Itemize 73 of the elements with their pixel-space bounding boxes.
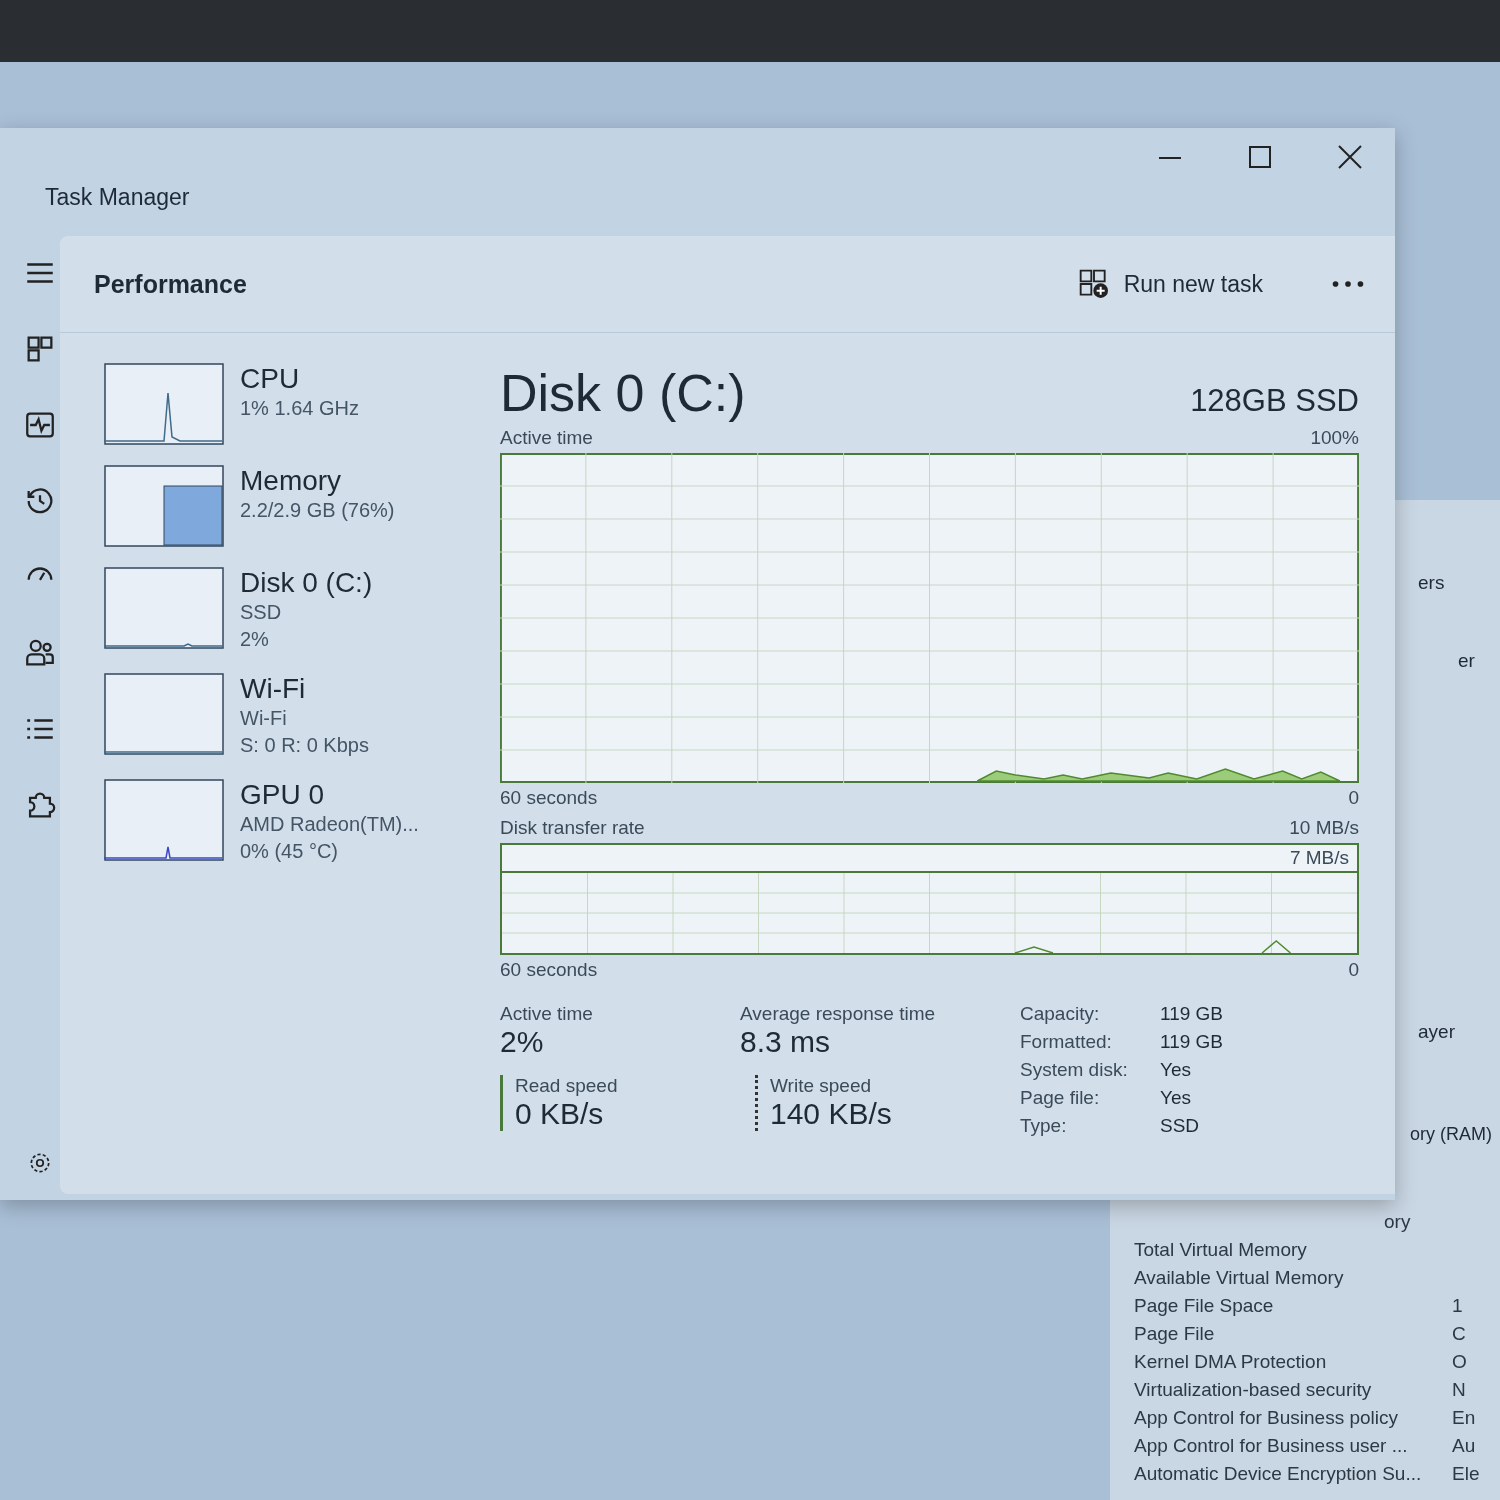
partial-label: ayer bbox=[1418, 1020, 1455, 1044]
item-value: Au bbox=[1452, 1434, 1476, 1458]
resource-reading: SSD bbox=[240, 600, 283, 625]
item-label: Kernel DMA Protection bbox=[1134, 1350, 1328, 1374]
resource-reading: S: 0 R: 0 Kbps bbox=[240, 733, 369, 758]
resource-reading: 0% (45 °C) bbox=[240, 839, 340, 864]
item-value: C bbox=[1452, 1322, 1466, 1346]
resource-reading: Wi-Fi bbox=[240, 706, 288, 731]
partial-label: ory (RAM) bbox=[1410, 1123, 1492, 1146]
axis-time-label: 60 seconds bbox=[500, 958, 598, 982]
resource-reading: 2.2/2.9 GB (76%) bbox=[240, 498, 395, 523]
partial-label: ers bbox=[1418, 571, 1445, 595]
stat-label: Write speed bbox=[770, 1075, 873, 1097]
more-icon[interactable] bbox=[1331, 279, 1365, 289]
axis-max-label: 10 MB/s bbox=[1289, 816, 1359, 840]
resource-item[interactable]: CPU 1% 1.64 GHz bbox=[104, 363, 500, 445]
resource-reading: AMD Radeon(TM)... bbox=[240, 812, 419, 837]
item-value: 1 bbox=[1452, 1294, 1463, 1318]
item-label: Virtualization-based security bbox=[1134, 1378, 1373, 1402]
axis-max-label: 100% bbox=[1310, 426, 1359, 450]
chart-label: Active time bbox=[500, 426, 593, 450]
item-label: App Control for Business user ... bbox=[1134, 1434, 1409, 1458]
item-label: Automatic Device Encryption Su... bbox=[1134, 1462, 1423, 1486]
resource-name: Disk 0 (C:) bbox=[240, 567, 373, 599]
item-label: Page File Space bbox=[1134, 1294, 1275, 1318]
axis-zero-label: 0 bbox=[1348, 786, 1359, 810]
run-task-icon bbox=[1077, 268, 1110, 300]
property-value: 119 GB bbox=[1160, 1003, 1224, 1025]
scale-mark-label: 7 MB/s bbox=[502, 845, 1357, 873]
stat-value: 140 KB/s bbox=[770, 1097, 893, 1131]
item-label: App Control for Business policy bbox=[1134, 1406, 1399, 1430]
chart-label: Disk transfer rate bbox=[500, 816, 645, 840]
property-value: Yes bbox=[1160, 1087, 1192, 1109]
resource-item[interactable]: Disk 0 (C:) SSD 2% bbox=[104, 567, 500, 653]
property-label: Page file: bbox=[1020, 1087, 1101, 1109]
page-title: Performance bbox=[94, 269, 248, 299]
resource-item[interactable]: Wi-Fi Wi-Fi S: 0 R: 0 Kbps bbox=[104, 673, 500, 759]
item-value: En bbox=[1452, 1406, 1476, 1430]
stat-value: 2% bbox=[500, 1025, 545, 1059]
property-label: Type: bbox=[1020, 1115, 1068, 1137]
axis-time-label: 60 seconds bbox=[500, 786, 598, 810]
resource-name: GPU 0 bbox=[240, 779, 326, 811]
stat-label: Average response time bbox=[740, 1003, 937, 1025]
item-label: Total Virtual Memory bbox=[1134, 1238, 1308, 1262]
resource-name: Memory bbox=[240, 465, 343, 497]
stat-value: 0 KB/s bbox=[515, 1097, 605, 1131]
axis-zero-label: 0 bbox=[1348, 958, 1359, 982]
item-value: N bbox=[1452, 1378, 1466, 1402]
stat-value: 8.3 ms bbox=[740, 1025, 832, 1059]
item-label: ory bbox=[1384, 1210, 1412, 1234]
stat-label: Active time bbox=[500, 1003, 594, 1025]
disk-title: Disk 0 (C:) bbox=[500, 363, 746, 423]
resource-name: CPU bbox=[240, 363, 301, 395]
property-label: Formatted: bbox=[1020, 1031, 1113, 1053]
stat-label: Read speed bbox=[515, 1075, 619, 1097]
property-value: Yes bbox=[1160, 1059, 1192, 1081]
property-value: 119 GB bbox=[1160, 1031, 1224, 1053]
resource-item[interactable]: Memory 2.2/2.9 GB (76%) bbox=[104, 465, 500, 547]
item-label: Page File bbox=[1134, 1322, 1216, 1346]
property-value: SSD bbox=[1160, 1115, 1201, 1137]
item-value: Ele bbox=[1452, 1462, 1480, 1486]
property-label: Capacity: bbox=[1020, 1003, 1101, 1025]
resource-reading: 2% bbox=[240, 627, 270, 652]
resource-reading: 1% 1.64 GHz bbox=[240, 396, 359, 421]
resource-item[interactable]: GPU 0 AMD Radeon(TM)... 0% (45 °C) bbox=[104, 779, 500, 865]
disk-model: 128GB SSD bbox=[1190, 383, 1359, 419]
item-value: O bbox=[1452, 1350, 1467, 1374]
property-label: System disk: bbox=[1020, 1059, 1129, 1081]
window-title: Task Manager bbox=[45, 184, 190, 211]
item-label: Available Virtual Memory bbox=[1134, 1266, 1345, 1290]
partial-label: er bbox=[1457, 649, 1475, 673]
resource-name: Wi-Fi bbox=[240, 673, 307, 705]
run-new-task-button[interactable]: Run new task bbox=[1069, 264, 1271, 304]
